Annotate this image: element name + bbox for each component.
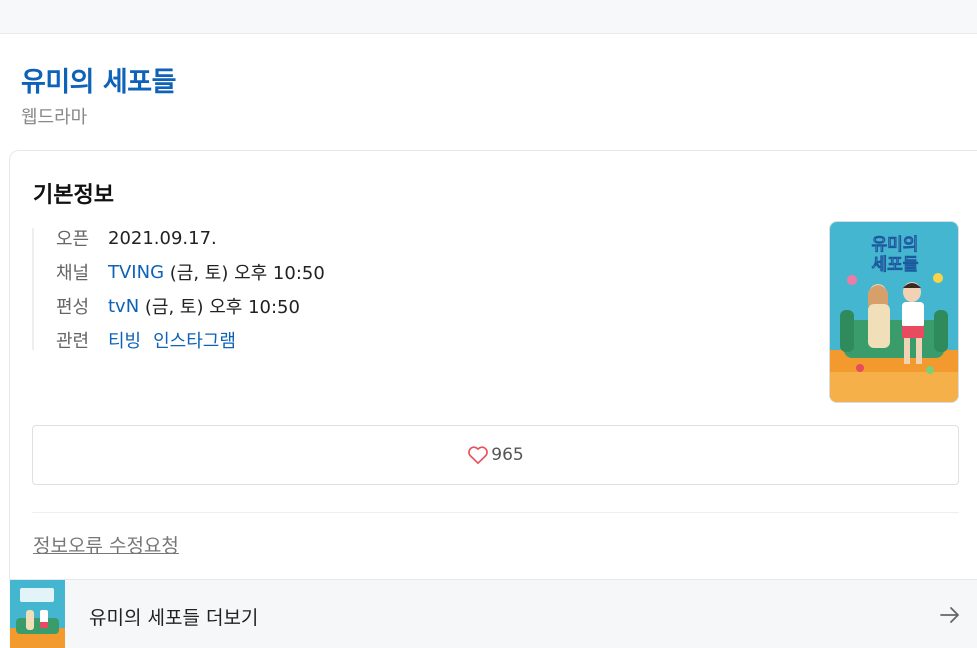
info-label: 편성: [56, 297, 90, 318]
top-bar: [0, 0, 977, 34]
like-count: 965: [491, 445, 524, 465]
open-date: 2021.09.17.: [108, 227, 217, 249]
page-title: 유미의 세포들: [21, 67, 176, 98]
more-link-bar[interactable]: 유미의 세포들 더보기: [9, 579, 977, 648]
broadcaster-link[interactable]: tvN: [108, 296, 139, 317]
like-button[interactable]: 965: [32, 425, 959, 485]
more-thumbnail: [10, 580, 65, 648]
poster-title-line-1: 유미의: [872, 235, 919, 255]
broadcast-schedule: (금, 토) 오후 10:50: [139, 297, 300, 318]
poster-image[interactable]: 유미의 세포들: [829, 221, 959, 403]
info-row-schedule: 편성 tvN (금, 토) 오후 10:50: [56, 291, 300, 321]
info-row-channel: 채널 TVING (금, 토) 오후 10:50: [56, 257, 325, 287]
divider: [32, 512, 959, 513]
info-row-open: 오픈 2021.09.17.: [56, 223, 217, 253]
more-label: 유미의 세포들 더보기: [89, 607, 259, 629]
section-title: 기본정보: [33, 183, 114, 208]
info-label: 오픈: [56, 229, 90, 250]
info-row-related: 관련 티빙 인스타그램: [56, 325, 236, 355]
info-label: 관련: [56, 331, 90, 352]
related-link-tving[interactable]: 티빙: [108, 327, 141, 353]
info-label: 채널: [56, 263, 90, 284]
info-divider-line: [32, 228, 34, 350]
report-error-link[interactable]: 정보오류 수정요청: [33, 531, 179, 558]
channel-schedule: (금, 토) 오후 10:50: [164, 263, 325, 284]
arrow-right-icon: [940, 607, 959, 623]
related-link-instagram[interactable]: 인스타그램: [153, 327, 236, 353]
channel-link[interactable]: TVING: [108, 262, 164, 283]
heart-icon: [468, 446, 489, 464]
poster-title-line-2: 세포들: [872, 255, 919, 275]
page-subtitle: 웹드라마: [21, 107, 88, 128]
